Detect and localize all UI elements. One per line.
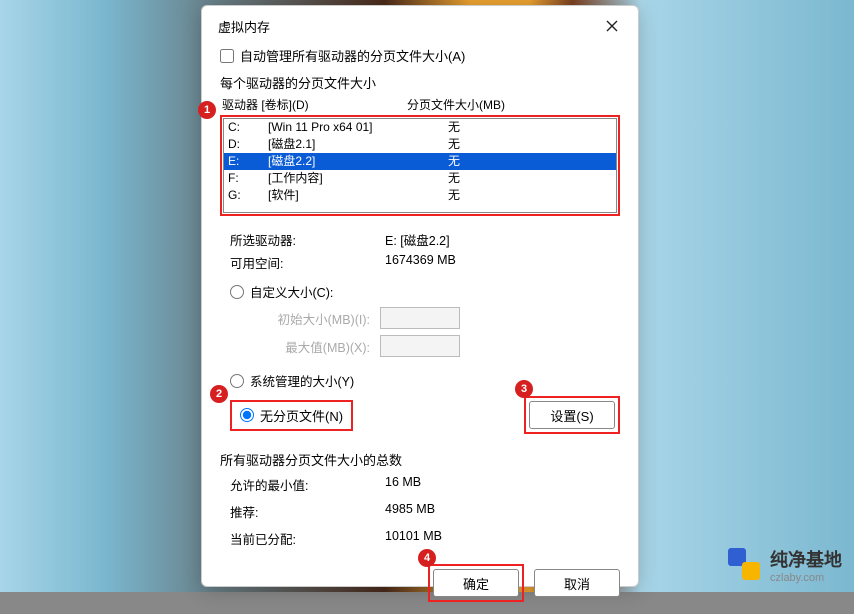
recommended-value: 4985 MB — [385, 502, 435, 521]
virtual-memory-dialog: 虚拟内存 自动管理所有驱动器的分页文件大小(A) 每个驱动器的分页文件大小 驱动… — [201, 5, 639, 587]
drive-paging-size: 无 — [448, 136, 460, 153]
watermark-logo-icon — [728, 548, 762, 582]
drive-letter: F: — [228, 170, 268, 187]
totals-title: 所有驱动器分页文件大小的总数 — [220, 450, 620, 469]
free-space-value: 1674369 MB — [385, 253, 456, 272]
set-button-highlight: 设置(S) — [524, 396, 620, 434]
drive-list-row[interactable]: G:[软件]无 — [224, 187, 616, 204]
annotation-badge-2: 2 — [210, 385, 228, 403]
header-paging-size: 分页文件大小(MB) — [407, 96, 505, 113]
initial-size-row: 初始大小(MB)(I): — [230, 307, 620, 329]
watermark: 纯净基地 czlaby.com — [728, 546, 842, 584]
system-managed-label: 系统管理的大小(Y) — [250, 371, 354, 390]
min-allowed-value: 16 MB — [385, 475, 421, 494]
dialog-title: 虚拟内存 — [218, 17, 270, 36]
initial-size-input[interactable] — [380, 307, 460, 329]
system-managed-radio[interactable] — [230, 374, 244, 388]
drive-list[interactable]: C:[Win 11 Pro x64 01]无D:[磁盘2.1]无E:[磁盘2.2… — [223, 118, 617, 213]
max-size-input[interactable] — [380, 335, 460, 357]
close-icon — [606, 20, 618, 32]
drive-paging-size: 无 — [448, 170, 460, 187]
no-paging-label: 无分页文件(N) — [260, 406, 343, 425]
current-alloc-value: 10101 MB — [385, 529, 442, 548]
selected-drive-label: 所选驱动器: — [230, 230, 385, 249]
ok-button-highlight: 确定 — [428, 564, 524, 602]
drive-list-row[interactable]: F:[工作内容]无 — [224, 170, 616, 187]
recommended-label: 推荐: — [230, 502, 385, 521]
watermark-name: 纯净基地 — [770, 550, 842, 570]
titlebar: 虚拟内存 — [202, 6, 638, 46]
each-drive-section-title: 每个驱动器的分页文件大小 — [220, 73, 620, 92]
cancel-button[interactable]: 取消 — [534, 569, 620, 597]
drive-list-row[interactable]: D:[磁盘2.1]无 — [224, 136, 616, 153]
free-space-label: 可用空间: — [230, 253, 385, 272]
recommended-row: 推荐: 4985 MB — [230, 502, 620, 521]
selected-drive-value: E: [磁盘2.2] — [385, 230, 450, 249]
custom-size-row: 自定义大小(C): — [230, 282, 620, 301]
system-managed-row: 系统管理的大小(Y) — [230, 371, 620, 390]
drive-label: [磁盘2.1] — [268, 136, 448, 153]
free-space-row: 可用空间: 1674369 MB — [230, 253, 620, 272]
drive-letter: D: — [228, 136, 268, 153]
initial-size-label: 初始大小(MB)(I): — [230, 309, 370, 328]
watermark-url: czlaby.com — [770, 572, 842, 584]
list-headers: 驱动器 [卷标](D) 分页文件大小(MB) — [220, 96, 620, 115]
current-alloc-label: 当前已分配: — [230, 529, 385, 548]
drive-list-row[interactable]: C:[Win 11 Pro x64 01]无 — [224, 119, 616, 136]
auto-manage-row: 自动管理所有驱动器的分页文件大小(A) — [220, 46, 620, 65]
drive-label: [磁盘2.2] — [268, 153, 448, 170]
no-paging-highlight: 无分页文件(N) — [230, 400, 353, 431]
drive-label: [Win 11 Pro x64 01] — [268, 119, 448, 136]
ok-button[interactable]: 确定 — [433, 569, 519, 597]
annotation-badge-1: 1 — [198, 101, 216, 119]
auto-manage-label: 自动管理所有驱动器的分页文件大小(A) — [240, 46, 465, 65]
no-paging-and-set-row: 2 无分页文件(N) 3 设置(S) — [230, 396, 620, 434]
drive-paging-size: 无 — [448, 187, 460, 204]
drive-label: [软件] — [268, 187, 448, 204]
drive-letter: E: — [228, 153, 268, 170]
drive-label: [工作内容] — [268, 170, 448, 187]
dialog-content: 自动管理所有驱动器的分页文件大小(A) 每个驱动器的分页文件大小 驱动器 [卷标… — [202, 46, 638, 614]
custom-size-radio[interactable] — [230, 285, 244, 299]
selected-drive-row: 所选驱动器: E: [磁盘2.2] — [230, 230, 620, 249]
max-size-label: 最大值(MB)(X): — [230, 337, 370, 356]
dialog-footer: 4 确定 取消 — [220, 564, 620, 602]
drive-letter: C: — [228, 119, 268, 136]
no-paging-radio[interactable] — [240, 408, 254, 422]
min-allowed-row: 允许的最小值: 16 MB — [230, 475, 620, 494]
custom-size-label: 自定义大小(C): — [250, 282, 333, 301]
drive-paging-size: 无 — [448, 153, 460, 170]
drive-paging-size: 无 — [448, 119, 460, 136]
close-button[interactable] — [598, 14, 626, 38]
annotation-badge-4: 4 — [418, 549, 436, 567]
header-drive: 驱动器 [卷标](D) — [222, 96, 407, 113]
set-button[interactable]: 设置(S) — [529, 401, 615, 429]
current-alloc-row: 当前已分配: 10101 MB — [230, 529, 620, 548]
auto-manage-checkbox[interactable] — [220, 49, 234, 63]
min-allowed-label: 允许的最小值: — [230, 475, 385, 494]
drive-list-highlight: C:[Win 11 Pro x64 01]无D:[磁盘2.1]无E:[磁盘2.2… — [220, 115, 620, 216]
max-size-row: 最大值(MB)(X): — [230, 335, 620, 357]
annotation-badge-3: 3 — [515, 380, 533, 398]
drive-letter: G: — [228, 187, 268, 204]
drive-list-row[interactable]: E:[磁盘2.2]无 — [224, 153, 616, 170]
